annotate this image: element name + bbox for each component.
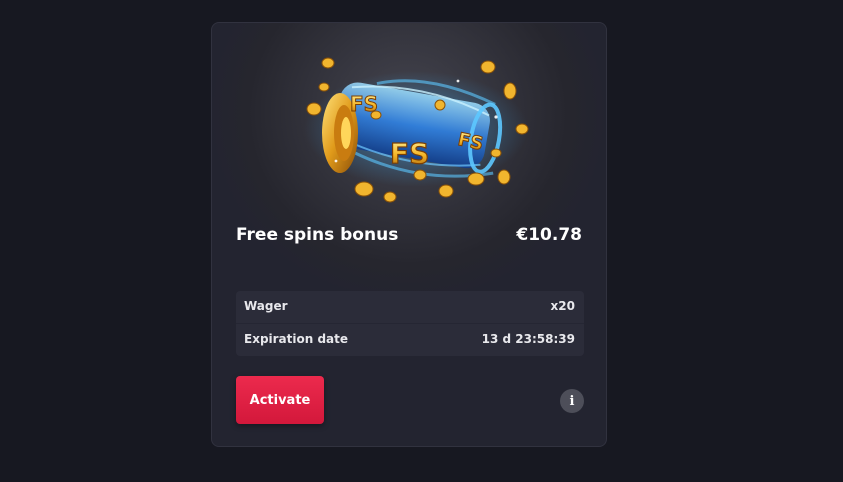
expiration-value: 13 d 23:58:39	[481, 332, 575, 346]
bonus-title: Free spins bonus	[236, 225, 399, 245]
bonus-card: FS FS FS Free spins bonus €10.78 Wager x…	[211, 22, 607, 447]
svg-text:FS: FS	[390, 137, 429, 170]
bonus-amount: €10.78	[516, 225, 582, 245]
expiration-row: Expiration date 13 d 23:58:39	[244, 329, 575, 349]
info-icon[interactable]: i	[560, 389, 584, 413]
expiration-label: Expiration date	[244, 332, 349, 346]
wager-value: x20	[550, 299, 575, 313]
wager-row: Wager x20	[244, 296, 575, 316]
bonus-details: Wager x20 Expiration date 13 d 23:58:39	[236, 291, 584, 356]
activate-button[interactable]: Activate	[236, 376, 324, 424]
free-spins-slot-reel-icon: FS FS FS	[304, 57, 529, 203]
wager-label: Wager	[244, 299, 288, 313]
details-divider	[236, 323, 584, 324]
